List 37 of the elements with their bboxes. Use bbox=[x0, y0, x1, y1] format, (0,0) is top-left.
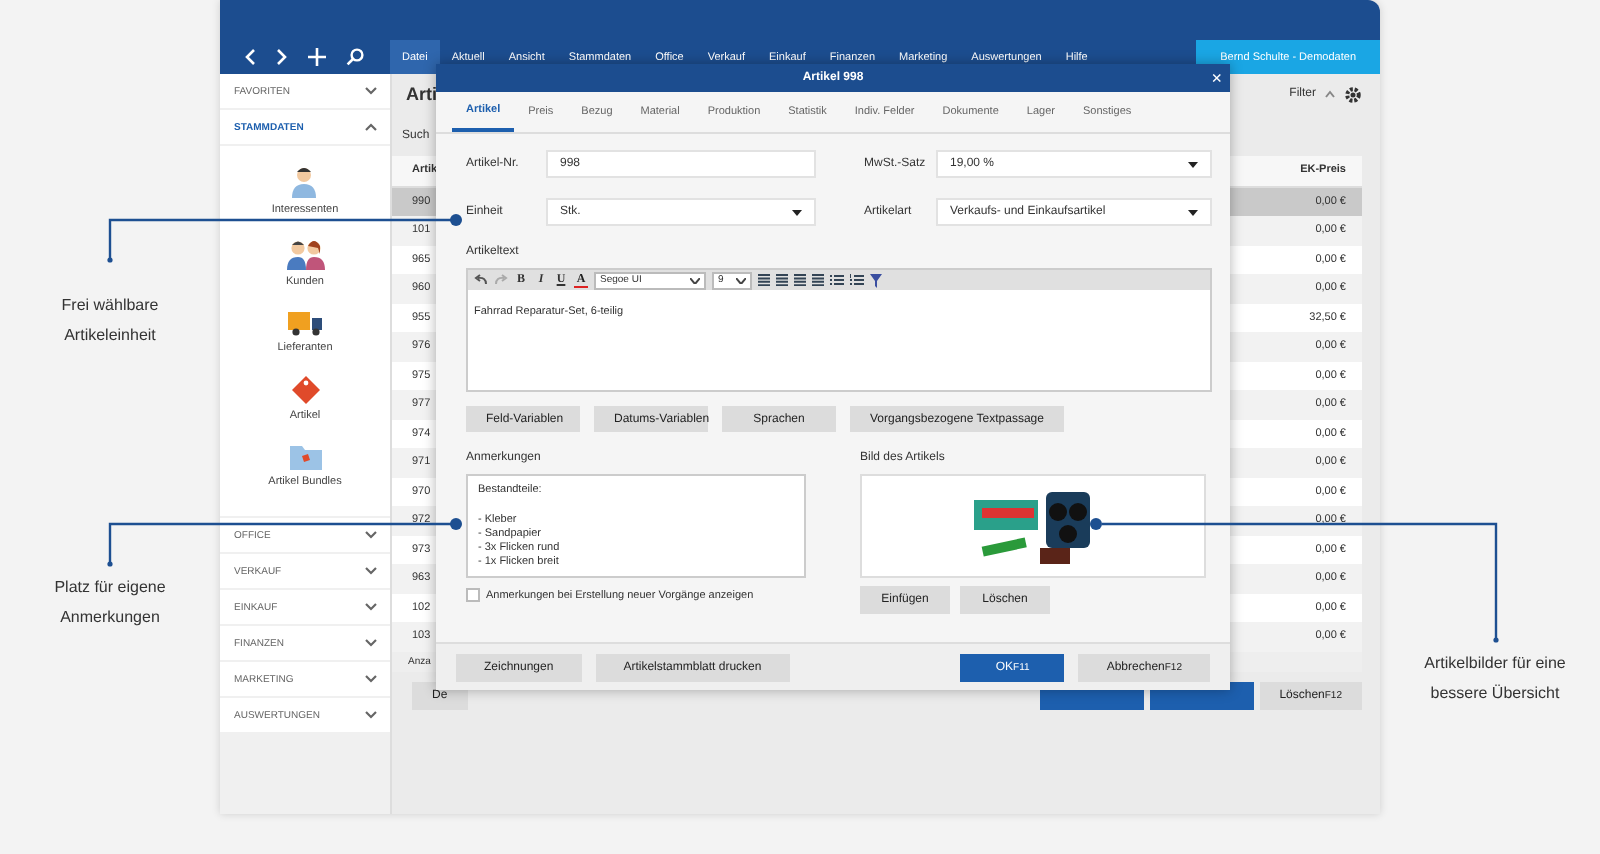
callout-text: Platz für eigene Anmerkungen bbox=[52, 576, 168, 630]
product-photo-drawing bbox=[973, 488, 1093, 564]
caret-icon bbox=[1188, 161, 1198, 167]
undo-icon[interactable] bbox=[474, 274, 488, 286]
align-icon[interactable] bbox=[776, 274, 788, 286]
chevron-icon bbox=[364, 638, 378, 648]
callout-text: Artikelbilder für eine bessere Übersicht bbox=[1422, 652, 1568, 706]
people-icon[interactable] bbox=[285, 238, 325, 270]
chevron-icon bbox=[364, 602, 378, 612]
numbered-list-icon[interactable] bbox=[850, 274, 864, 286]
list-title: Arti bbox=[406, 84, 439, 104]
forward-icon[interactable] bbox=[276, 48, 288, 66]
settings-icon[interactable] bbox=[1344, 85, 1362, 103]
chevron-icon bbox=[690, 277, 700, 283]
add-icon[interactable] bbox=[308, 48, 326, 66]
chevron-icon bbox=[364, 530, 378, 540]
person-icon[interactable] bbox=[290, 166, 319, 198]
caret-icon[interactable] bbox=[1324, 90, 1336, 98]
tag-icon[interactable] bbox=[291, 376, 319, 404]
truck-icon[interactable] bbox=[287, 310, 323, 336]
callout-text: Frei wählbare Artikeleinheit bbox=[59, 294, 161, 348]
align-icon[interactable] bbox=[794, 274, 806, 286]
align-icon[interactable] bbox=[812, 274, 824, 286]
chevron-icon bbox=[364, 710, 378, 720]
chevron-icon bbox=[364, 122, 378, 132]
image-field[interactable] bbox=[860, 474, 1206, 578]
back-icon[interactable] bbox=[244, 48, 256, 66]
chevron-icon bbox=[364, 86, 378, 96]
bullet-list-icon[interactable] bbox=[830, 274, 844, 286]
align-icon[interactable] bbox=[758, 274, 770, 286]
filter-icon[interactable] bbox=[870, 273, 882, 287]
chevron-icon bbox=[736, 277, 746, 283]
folder-icon[interactable] bbox=[289, 444, 321, 470]
chevron-icon bbox=[364, 566, 378, 576]
search-icon[interactable] bbox=[346, 48, 364, 66]
chevron-icon bbox=[364, 674, 378, 684]
checkbox[interactable] bbox=[466, 588, 480, 602]
